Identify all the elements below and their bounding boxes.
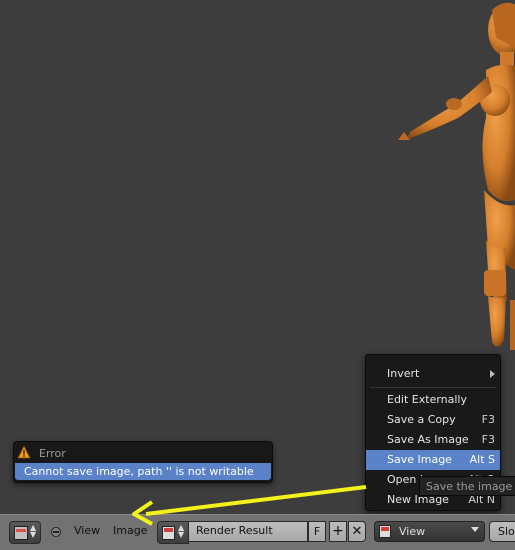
up-down-arrows-icon: ▲ ▼	[178, 523, 185, 539]
menu-item-label: Save a Copy	[387, 413, 456, 426]
menu-item-shortcut: Alt S	[469, 453, 495, 466]
menu-item-label: Save Image	[387, 453, 452, 466]
error-popup: Error Cannot save image, path '' is not …	[13, 441, 273, 483]
submenu-arrow-icon	[490, 370, 495, 378]
fake-user-button[interactable]: F	[308, 521, 326, 542]
unlink-image-button[interactable]: ✕	[348, 521, 366, 542]
slot-dropdown[interactable]: Slot	[489, 521, 515, 542]
up-down-arrows-icon: ▲ ▼	[30, 523, 37, 539]
new-image-button[interactable]: +	[329, 521, 347, 542]
menu-item-shortcut: F3	[481, 413, 495, 426]
error-message[interactable]: Cannot save image, path '' is not writab…	[15, 463, 271, 480]
menu-item-edit-externally[interactable]: Edit Externally	[366, 390, 500, 410]
plus-icon: +	[332, 523, 344, 539]
menu-item-save-a-copy[interactable]: Save a Copy F3	[366, 410, 500, 430]
browse-image-button[interactable]: ▲ ▼	[157, 521, 189, 544]
view-mode-label: View	[399, 525, 426, 538]
menu-item-save-as-image[interactable]: Save As Image F3	[366, 430, 500, 450]
image-icon	[162, 526, 175, 540]
warning-icon	[17, 445, 31, 459]
menu-item-label: Edit Externally	[387, 393, 468, 406]
image-editor-header: ▲ ▼ View Image ▲ ▼ Render Result F + ✕ Vie…	[0, 514, 515, 550]
image-editor-icon	[14, 526, 28, 540]
menu-view[interactable]: View	[74, 524, 100, 537]
menu-item-label: Save As Image	[387, 433, 469, 446]
image-datablock-selector: ▲ ▼ Render Result F + ✕	[157, 521, 367, 544]
menu-separator	[370, 387, 496, 388]
close-icon: ✕	[351, 524, 363, 539]
view-mode-dropdown[interactable]: View	[374, 521, 485, 542]
menu-item-invert[interactable]: Invert	[366, 364, 500, 384]
image-name-field[interactable]: Render Result	[188, 521, 308, 542]
image-icon	[379, 525, 391, 538]
collapse-menus-icon[interactable]	[51, 527, 61, 537]
chevron-down-icon	[471, 527, 479, 532]
menu-item-shortcut: F3	[481, 433, 495, 446]
menu-image[interactable]: Image	[113, 524, 147, 537]
menu-item-label: Invert	[387, 367, 420, 380]
editor-type-button[interactable]: ▲ ▼	[9, 521, 41, 544]
tooltip: Save the image	[419, 476, 515, 496]
menu-item-save-image[interactable]: Save Image Alt S	[366, 450, 500, 470]
error-title: Error	[39, 447, 66, 460]
